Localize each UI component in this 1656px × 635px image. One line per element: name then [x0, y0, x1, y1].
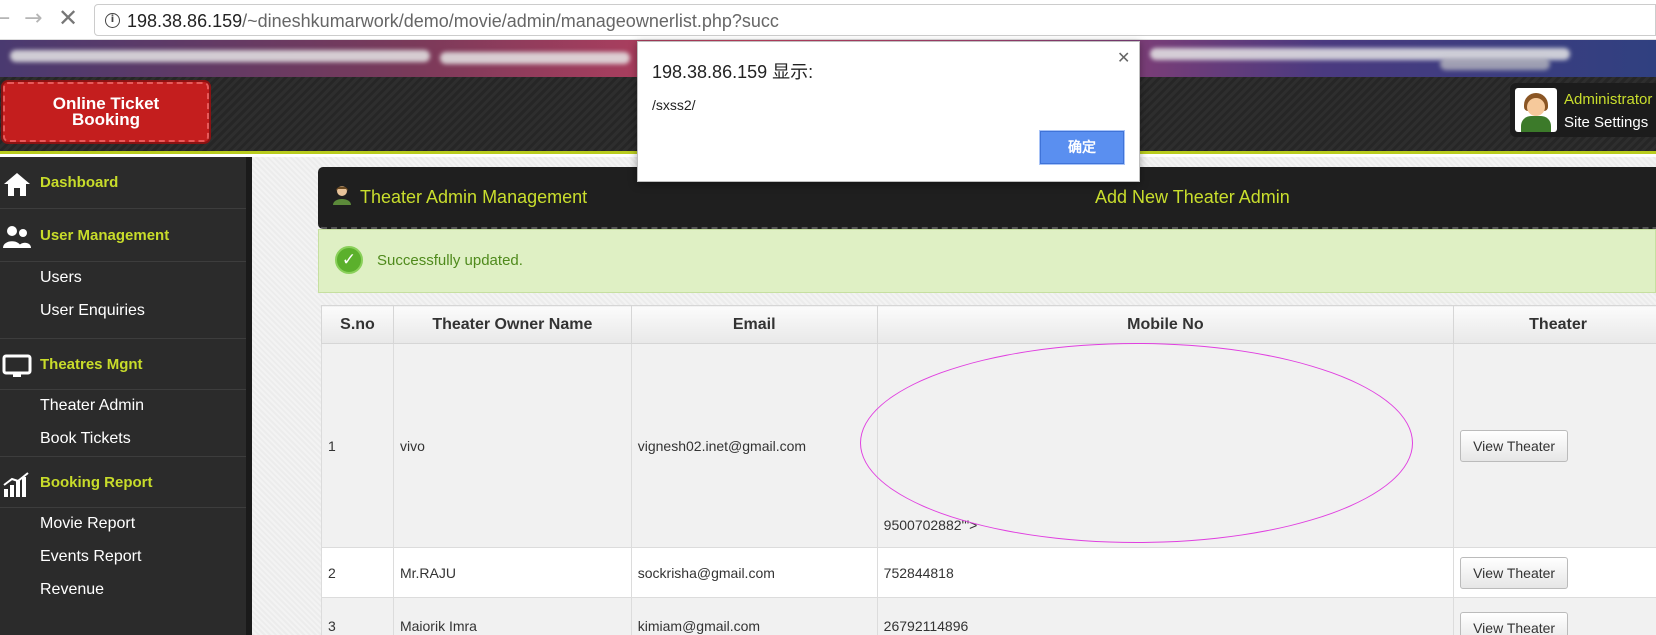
- cell-owner-name: vivo: [392, 343, 632, 548]
- back-arrow-icon[interactable]: ←: [0, 8, 10, 30]
- profile-name[interactable]: Administrator: [1564, 91, 1652, 108]
- sidebar-item-theatres-mgnt[interactable]: Theatres Mgnt: [0, 338, 246, 390]
- cell-mobile: 752844818: [876, 547, 1455, 598]
- cell-theater: View Theater: [1453, 547, 1656, 598]
- site-info-icon[interactable]: i: [105, 13, 120, 28]
- person-icon: [333, 186, 351, 205]
- table-row: 3 Maiorik Imra kimiam@gmail.com 26792114…: [321, 597, 1656, 635]
- sidebar-item-theater-admin[interactable]: Theater Admin: [40, 397, 144, 415]
- view-theater-button[interactable]: View Theater: [1460, 612, 1569, 635]
- cell-sno: 2: [321, 547, 394, 598]
- table-header-row: S.no Theater Owner Name Email Mobile No …: [321, 305, 1656, 344]
- bar-chart-icon: [3, 472, 29, 497]
- column-header-sno[interactable]: S.no: [321, 305, 394, 344]
- sidebar-item-booking-report[interactable]: Booking Report: [0, 456, 246, 508]
- sidebar-item-events-report[interactable]: Events Report: [40, 548, 141, 566]
- monitor-icon: [2, 354, 32, 377]
- sidebar-section-label: User Management: [40, 227, 170, 244]
- cell-email: sockrisha@gmail.com: [630, 547, 878, 598]
- checkmark-icon: ✓: [335, 246, 363, 274]
- cell-sno: 3: [321, 597, 394, 635]
- cell-theater: View Theater: [1453, 343, 1656, 548]
- forward-arrow-icon[interactable]: →: [24, 8, 42, 30]
- sidebar-section-label: Theatres Mgnt: [40, 356, 143, 373]
- table-row: 2 Mr.RAJU sockrisha@gmail.com 752844818 …: [321, 547, 1656, 598]
- sidebar-section-label: Dashboard: [40, 174, 119, 191]
- sidebar-section-label: Booking Report: [40, 474, 153, 491]
- cell-sno: 1: [321, 343, 394, 548]
- column-header-theater[interactable]: Theater: [1453, 305, 1656, 344]
- avatar: [1515, 88, 1557, 132]
- cell-owner-name: Mr.RAJU: [392, 547, 632, 598]
- main-content: Theater Admin Management Add New Theater…: [252, 157, 1656, 635]
- table-row: 1 vivo vignesh02.inet@gmail.com 95007028…: [321, 343, 1656, 548]
- users-icon: [3, 226, 31, 248]
- browser-toolbar: ← → ✕ i 198.38.86.159/~dineshkumarwork/d…: [0, 0, 1656, 40]
- sidebar-item-user-management[interactable]: User Management: [0, 210, 246, 262]
- sidebar-item-user-enquiries[interactable]: User Enquiries: [40, 302, 145, 320]
- alert-dialog: 198.38.86.159 显示: ✕ /sxss2/ 确定: [637, 41, 1140, 182]
- dialog-ok-button[interactable]: 确定: [1040, 131, 1124, 164]
- sidebar-item-movie-report[interactable]: Movie Report: [40, 515, 135, 533]
- add-theater-admin-link[interactable]: Add New Theater Admin: [1095, 187, 1290, 208]
- cell-theater: View Theater: [1453, 597, 1656, 635]
- dialog-title: 198.38.86.159 显示:: [652, 62, 814, 82]
- address-bar[interactable]: i 198.38.86.159/~dineshkumarwork/demo/mo…: [94, 4, 1656, 36]
- column-header-mobile[interactable]: Mobile No: [876, 305, 1455, 344]
- cell-email: kimiam@gmail.com: [630, 597, 878, 635]
- url-text: 198.38.86.159/~dineshkumarwork/demo/movi…: [127, 11, 779, 32]
- cell-mobile: 26792114896: [876, 597, 1455, 635]
- view-theater-button[interactable]: View Theater: [1460, 429, 1569, 462]
- sidebar-item-users[interactable]: Users: [40, 269, 82, 287]
- site-logo[interactable]: Online Ticket Booking: [3, 82, 209, 142]
- logo-text: Online Ticket Booking: [52, 94, 160, 129]
- sidebar: Dashboard User Management Users User Enq…: [0, 157, 252, 635]
- page-title: Theater Admin Management: [360, 187, 588, 207]
- close-icon[interactable]: ✕: [1117, 48, 1130, 67]
- owners-table: S.no Theater Owner Name Email Mobile No …: [321, 305, 1656, 635]
- sidebar-item-revenue[interactable]: Revenue: [40, 581, 104, 599]
- site-settings-link[interactable]: Site Settings: [1564, 114, 1648, 131]
- success-alert: ✓ Successfully updated.: [318, 229, 1656, 293]
- mobile-value: 9500702882'">: [883, 517, 978, 533]
- home-icon: [4, 173, 30, 196]
- column-header-owner-name[interactable]: Theater Owner Name: [392, 305, 632, 344]
- profile-box[interactable]: Administrator Site Settings: [1510, 83, 1656, 137]
- stop-loading-icon[interactable]: ✕: [58, 6, 78, 30]
- cell-mobile: 9500702882'">: [876, 343, 1455, 548]
- url-host: 198.38.86.159: [127, 11, 243, 31]
- cell-owner-name: Maiorik Imra: [392, 597, 632, 635]
- success-message: Successfully updated.: [377, 252, 523, 269]
- cell-email: vignesh02.inet@gmail.com: [630, 343, 878, 548]
- column-header-email[interactable]: Email: [630, 305, 878, 344]
- url-path: /~dineshkumarwork/demo/movie/admin/manag…: [242, 11, 779, 31]
- dialog-message: /sxss2/: [652, 97, 696, 113]
- view-theater-button[interactable]: View Theater: [1460, 556, 1569, 589]
- sidebar-item-dashboard[interactable]: Dashboard: [0, 157, 246, 209]
- sidebar-item-book-tickets[interactable]: Book Tickets: [40, 430, 131, 448]
